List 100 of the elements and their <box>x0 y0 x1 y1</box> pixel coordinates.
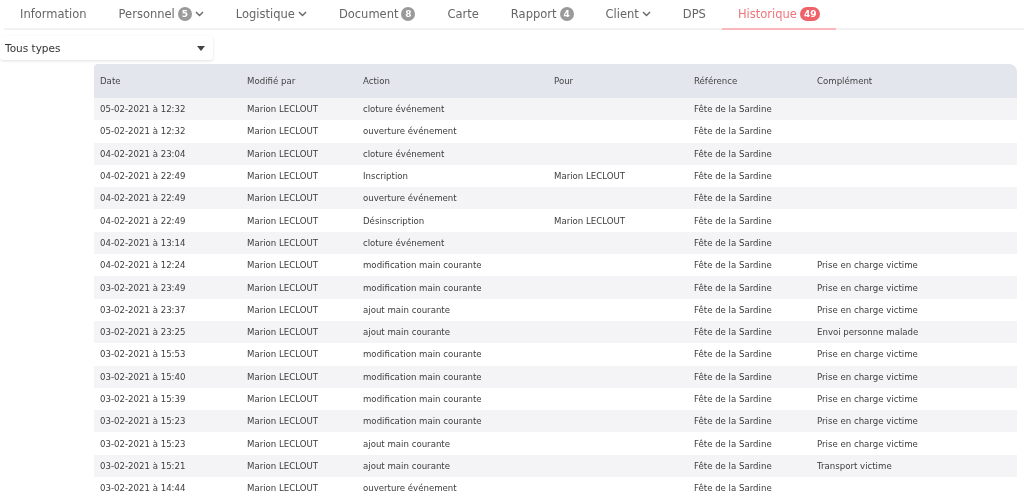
count-badge: 4 <box>559 7 574 21</box>
column-header: Date <box>94 64 241 98</box>
table-cell: 04-02-2021 à 22:49 <box>94 187 241 210</box>
table-cell: cloture événement <box>357 98 548 121</box>
table-cell: Prise en charge victime <box>811 387 1017 411</box>
table-cell: Fête de la Sardine <box>688 120 811 143</box>
table-cell: Marion LECLOUT <box>241 187 357 210</box>
table-cell: Marion LECLOUT <box>241 142 357 165</box>
table-cell: ouverture événement <box>357 477 548 498</box>
table-cell: Marion LECLOUT <box>241 231 357 255</box>
column-header: Complément <box>811 64 1017 98</box>
type-dropdown[interactable]: Tous types <box>0 36 213 60</box>
tab[interactable]: Rapport 4 <box>494 0 590 30</box>
table-cell: 03-02-2021 à 15:39 <box>94 387 241 411</box>
table-cell: Inscription <box>357 164 548 188</box>
table-cell: cloture événement <box>357 231 548 255</box>
tab[interactable]: Historique 49 <box>721 0 837 30</box>
table-cell: Fête de la Sardine <box>688 432 811 455</box>
table-cell: Marion LECLOUT <box>241 477 357 498</box>
count-badge: 8 <box>401 7 416 21</box>
tab[interactable]: Personnel 5 <box>102 0 220 30</box>
table-cell: Marion LECLOUT <box>241 320 357 344</box>
table-cell: Marion LECLOUT <box>241 365 357 388</box>
table-cell: 03-02-2021 à 15:40 <box>94 365 241 388</box>
count-badge: 49 <box>799 7 821 21</box>
table-cell: 03-02-2021 à 23:49 <box>94 276 241 299</box>
table-cell: Marion LECLOUT <box>241 164 357 188</box>
table-cell: Marion LECLOUT <box>241 387 357 411</box>
table-cell: 04-02-2021 à 23:04 <box>94 142 241 165</box>
table-cell: Marion LECLOUT <box>548 209 688 232</box>
table-cell: modification main courante <box>357 276 548 299</box>
table-cell: Marion LECLOUT <box>241 298 357 321</box>
table-cell: Prise en charge victime <box>811 365 1017 388</box>
table-cell: Fête de la Sardine <box>688 298 811 321</box>
tab[interactable]: Client <box>589 0 667 30</box>
table-cell: 03-02-2021 à 23:37 <box>94 298 241 321</box>
table-cell: modification main courante <box>357 254 548 277</box>
table-cell: ouverture événement <box>357 187 548 210</box>
column-header: Action <box>357 64 548 98</box>
tab[interactable]: Carte <box>431 0 495 30</box>
tab[interactable]: Information <box>4 0 103 30</box>
tab[interactable]: Document 8 <box>322 0 432 30</box>
table-cell: Fête de la Sardine <box>688 254 811 277</box>
table-cell: 04-02-2021 à 22:49 <box>94 164 241 188</box>
table-cell: Désinscription <box>357 209 548 232</box>
table-cell: Prise en charge victime <box>811 254 1017 277</box>
table-cell: Marion LECLOUT <box>241 343 357 366</box>
table-cell: 05-02-2021 à 12:32 <box>94 120 241 143</box>
table-cell: 03-02-2021 à 15:23 <box>94 410 241 433</box>
table-cell: 03-02-2021 à 15:21 <box>94 454 241 478</box>
table-cell: 04-02-2021 à 22:49 <box>94 209 241 232</box>
column-header: Modifié par <box>241 64 357 98</box>
table-cell: Fête de la Sardine <box>688 142 811 165</box>
table-cell: 05-02-2021 à 12:32 <box>94 98 241 121</box>
table-cell: Marion LECLOUT <box>241 254 357 277</box>
table-cell: 03-02-2021 à 15:23 <box>94 432 241 455</box>
table-cell: Marion LECLOUT <box>241 276 357 299</box>
tab[interactable]: DPS <box>666 0 722 30</box>
table-cell: modification main courante <box>357 343 548 366</box>
table-cell: 03-02-2021 à 23:25 <box>94 320 241 344</box>
table-cell: Fête de la Sardine <box>688 98 811 121</box>
table-cell: ouverture événement <box>357 120 548 143</box>
table-cell: Fête de la Sardine <box>688 231 811 255</box>
table-cell: Fête de la Sardine <box>688 477 811 498</box>
table-cell: 03-02-2021 à 14:44 <box>94 477 241 498</box>
table-cell: Fête de la Sardine <box>688 410 811 433</box>
caret-icon <box>197 45 205 51</box>
table-cell: Prise en charge victime <box>811 410 1017 433</box>
column-header: Pour <box>548 64 688 98</box>
table-cell: Fête de la Sardine <box>688 187 811 210</box>
table-cell: Marion LECLOUT <box>241 120 357 143</box>
table-cell: Prise en charge victime <box>811 298 1017 321</box>
table-cell: modification main courante <box>357 387 548 411</box>
table-cell: modification main courante <box>357 410 548 433</box>
table-cell: Fête de la Sardine <box>688 320 811 344</box>
table-cell: Envoi personne malade <box>811 320 1017 344</box>
tab[interactable]: Logistique <box>219 0 323 30</box>
table-cell: Fête de la Sardine <box>688 164 811 188</box>
table-cell: Fête de la Sardine <box>688 343 811 366</box>
table-cell: ajout main courante <box>357 298 548 321</box>
table-cell: ajout main courante <box>357 432 548 455</box>
table-cell: Marion LECLOUT <box>241 410 357 433</box>
table-cell: Fête de la Sardine <box>688 209 811 232</box>
table-cell: Fête de la Sardine <box>688 365 811 388</box>
table-cell: cloture événement <box>357 142 548 165</box>
table-cell: 03-02-2021 à 15:53 <box>94 343 241 366</box>
table-cell: ajout main courante <box>357 320 548 344</box>
table-cell: Prise en charge victime <box>811 343 1017 366</box>
table-cell: Marion LECLOUT <box>241 454 357 478</box>
table-cell: ajout main courante <box>357 454 548 478</box>
table-cell: 04-02-2021 à 12:24 <box>94 254 241 277</box>
table-cell: Prise en charge victime <box>811 276 1017 299</box>
table-cell: modification main courante <box>357 365 548 388</box>
table-cell: Prise en charge victime <box>811 432 1017 455</box>
table-cell: Marion LECLOUT <box>241 98 357 121</box>
count-badge: 5 <box>177 7 192 21</box>
table-cell: 04-02-2021 à 13:14 <box>94 231 241 255</box>
column-header: Référence <box>688 64 811 98</box>
table-cell: Marion LECLOUT <box>548 164 688 188</box>
table-cell: Transport victime <box>811 454 1017 478</box>
